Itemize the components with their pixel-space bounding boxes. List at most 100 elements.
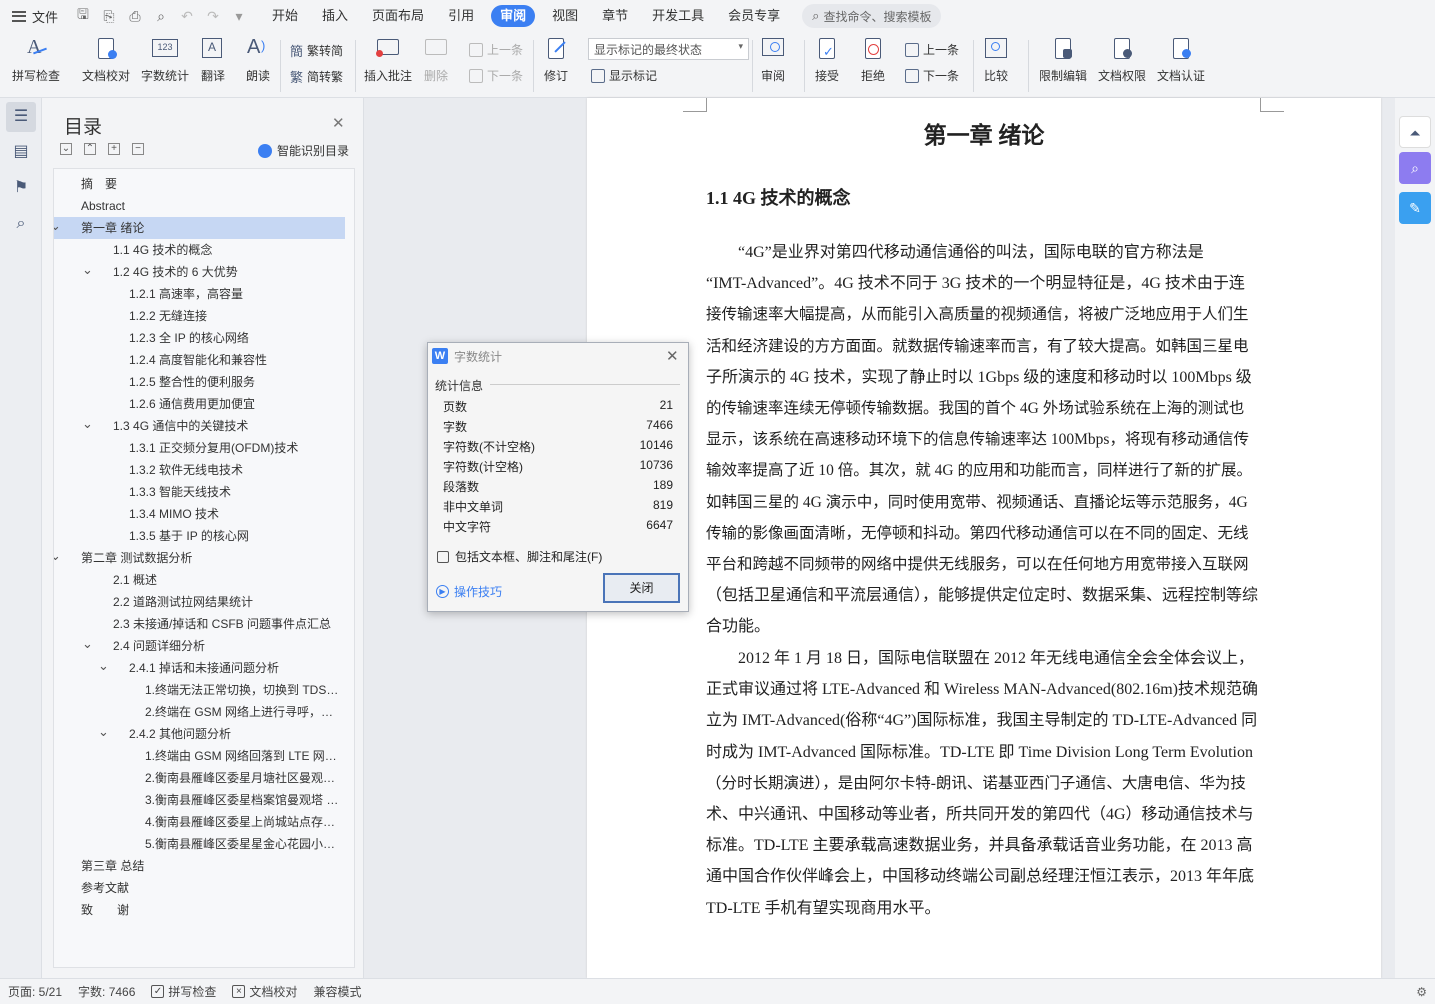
tab-4[interactable]: 审阅 <box>491 5 536 27</box>
expand-up-icon[interactable]: ⌃ <box>84 143 96 155</box>
command-search[interactable]: ⌕ 查找命令、搜索模板 <box>802 4 942 28</box>
delete-comment-button[interactable]: 删除 <box>423 36 449 84</box>
read-aloud-button[interactable]: A) 朗读 <box>245 36 271 84</box>
next-change-button[interactable]: 下一条 <box>905 67 959 84</box>
tab-2[interactable]: 页面布局 <box>360 0 436 32</box>
toc-panel-icon[interactable]: ☰ <box>6 102 36 132</box>
tab-0[interactable]: 开始 <box>260 0 310 32</box>
chevron-down-icon[interactable]: ⌄ <box>82 415 93 433</box>
toc-item[interactable]: ⌄ 1.2 4G 技术的 6 大优势 <box>54 261 354 283</box>
remove-heading-icon[interactable]: − <box>132 143 144 155</box>
toc-item[interactable]: 1.2.6 通信费用更加便宜 <box>54 393 354 415</box>
toc-item[interactable]: 1.3.5 基于 IP 的核心网 <box>54 525 354 547</box>
tab-5[interactable]: 视图 <box>540 0 590 32</box>
prev-change-button[interactable]: 上一条 <box>905 41 959 58</box>
tab-8[interactable]: 会员专享 <box>716 0 792 32</box>
close-button[interactable]: 关闭 <box>603 573 680 603</box>
spell-check-button[interactable]: A 拼写检查 <box>12 36 60 84</box>
prev-comment-button[interactable]: 上一条 <box>469 41 523 58</box>
compare-button[interactable]: 比较 <box>983 36 1009 84</box>
doc-cert-button[interactable]: 文档认证 <box>1157 36 1205 84</box>
toc-item[interactable]: Abstract <box>54 195 354 217</box>
close-icon[interactable]: ✕ <box>332 114 345 132</box>
toc-item[interactable]: ⌄ 2.4.1 掉话和未接通问题分析 <box>54 657 354 679</box>
toc-item[interactable]: 1.3.1 正交频分复用(OFDM)技术 <box>54 437 354 459</box>
toc-item[interactable]: 4.衡南县雁峰区委星上尚城站点存在 … <box>54 811 354 833</box>
redo-icon[interactable]: ↷ <box>204 8 222 25</box>
translate-button[interactable]: A 翻译 <box>200 36 226 84</box>
word-count-indicator[interactable]: 字数: 7466 <box>70 983 143 1000</box>
toc-item[interactable]: 1.终端由 GSM 网络回落到 LTE 网络… <box>54 745 354 767</box>
tips-link[interactable]: ▶ 操作技巧 <box>436 583 502 600</box>
restrict-edit-button[interactable]: 限制编辑 <box>1039 36 1087 84</box>
export-icon[interactable]: ⎘ <box>100 8 118 25</box>
toc-item[interactable]: 2.终端在 GSM 网络上进行寻呼，造… <box>54 701 354 723</box>
chevron-down-icon[interactable]: ⌄ <box>82 635 93 653</box>
toc-item[interactable]: 2.2 道路测试拉网结果统计 <box>54 591 354 613</box>
page-indicator[interactable]: 页面: 5/21 <box>0 983 70 1000</box>
toc-item[interactable]: 2.1 概述 <box>54 569 354 591</box>
trad-to-simp-button[interactable]: 簡繁转简 <box>290 41 343 60</box>
toc-item[interactable]: 2.衡南县雁峰区委星月塘社区曼观塔… <box>54 767 354 789</box>
toc-item[interactable]: ⌄ 1.3 4G 通信中的关键技术 <box>54 415 354 437</box>
insert-comment-button[interactable]: 插入批注 <box>364 36 412 84</box>
spell-check-toggle[interactable]: ✓ 拼写检查 <box>143 983 224 1000</box>
document-page[interactable]: 第一章 绪论 1.1 4G 技术的概念 “4G”是业界对第四代移动通信通俗的叫法… <box>587 98 1381 978</box>
toc-item[interactable]: 1.3.2 软件无线电技术 <box>54 459 354 481</box>
review-pane-button[interactable]: 审阅 <box>760 36 786 84</box>
collapse-ribbon-icon[interactable]: ⏶ <box>1399 116 1431 148</box>
print-icon[interactable]: ⎙ <box>126 8 144 25</box>
doc-proof-button[interactable]: 文档校对 <box>82 36 130 84</box>
settings-icon[interactable]: ⚙ <box>1416 985 1435 999</box>
accept-button[interactable]: ✓ 接受 <box>814 36 840 84</box>
word-count-button[interactable]: 123 字数统计 <box>141 36 189 84</box>
chevron-down-icon[interactable]: ⌄ <box>54 547 61 565</box>
doc-proof-toggle[interactable]: × 文档校对 <box>224 983 305 1000</box>
toc-item[interactable]: 1.2.3 全 IP 的核心网络 <box>54 327 354 349</box>
more-icon[interactable]: ▾ <box>230 8 248 25</box>
chevron-down-icon[interactable]: ⌄ <box>54 217 61 235</box>
tab-1[interactable]: 插入 <box>310 0 360 32</box>
toc-item[interactable]: 1.2.1 高速率，高容量 <box>54 283 354 305</box>
toc-item[interactable]: 1.1 4G 技术的概念 <box>54 239 354 261</box>
file-menu[interactable]: 文件 <box>0 7 68 26</box>
chevron-down-icon[interactable]: ⌄ <box>98 723 109 741</box>
doc-proof-side-icon[interactable]: ✎ <box>1399 192 1431 224</box>
toc-item[interactable]: ⌄ 2.4 问题详细分析 <box>54 635 354 657</box>
tab-6[interactable]: 章节 <box>590 0 640 32</box>
preview-icon[interactable]: ⌕ <box>152 8 170 25</box>
toc-item[interactable]: 1.2.4 高度智能化和兼容性 <box>54 349 354 371</box>
track-changes-button[interactable]: 修订 <box>543 36 569 84</box>
close-icon[interactable]: ✕ <box>666 347 679 365</box>
toc-item[interactable]: 1.2.2 无缝连接 <box>54 305 354 327</box>
toc-item[interactable]: 第三章 总结 <box>54 855 354 877</box>
reject-button[interactable]: 拒绝 <box>860 36 886 84</box>
undo-icon[interactable]: ↶ <box>178 8 196 25</box>
toc-item[interactable]: ⌄ 第一章 绪论 <box>54 217 345 239</box>
toc-item[interactable]: 5.衡南县雁峰区委星星金心花园小区… <box>54 833 354 855</box>
chevron-down-icon[interactable]: ⌄ <box>98 657 109 675</box>
search-icon[interactable]: ⌕ <box>11 214 31 234</box>
markup-mode-select[interactable]: 显示标记的最终状态 ▾ <box>588 38 749 60</box>
toc-item[interactable]: 1.2.5 整合性的便利服务 <box>54 371 354 393</box>
toc-item[interactable]: 2.3 未接通/掉话和 CSFB 问题事件点汇总 <box>54 613 354 635</box>
tab-3[interactable]: 引用 <box>436 0 486 32</box>
toc-item[interactable]: 摘 要 <box>54 173 354 195</box>
toc-item[interactable]: 1.3.3 智能天线技术 <box>54 481 354 503</box>
show-markup-button[interactable]: 显示标记 <box>591 67 657 84</box>
toc-item[interactable]: 1.终端无法正常切换，切换到 TDS 网… <box>54 679 354 701</box>
doc-search-icon[interactable]: ⌕ <box>1399 152 1431 184</box>
add-heading-icon[interactable]: + <box>108 143 120 155</box>
ai-toc-button[interactable]: 智能识别目录 <box>258 142 349 159</box>
save-icon[interactable]: 🖫 <box>74 4 92 28</box>
tab-7[interactable]: 开发工具 <box>640 0 716 32</box>
simp-to-trad-button[interactable]: 繁简转繁 <box>290 67 343 86</box>
toc-item[interactable]: 致 谢 <box>54 899 354 921</box>
toc-item[interactable]: ⌄ 2.4.2 其他问题分析 <box>54 723 354 745</box>
toc-item[interactable]: 1.3.4 MIMO 技术 <box>54 503 354 525</box>
chevron-down-icon[interactable]: ⌄ <box>82 261 93 279</box>
collapse-all-icon[interactable]: ⌄ <box>60 143 72 155</box>
toc-item[interactable]: 参考文献 <box>54 877 354 899</box>
toc-item[interactable]: 3.衡南县雁峰区委星档案馆曼观塔 1 … <box>54 789 354 811</box>
doc-rights-button[interactable]: 文档权限 <box>1098 36 1146 84</box>
